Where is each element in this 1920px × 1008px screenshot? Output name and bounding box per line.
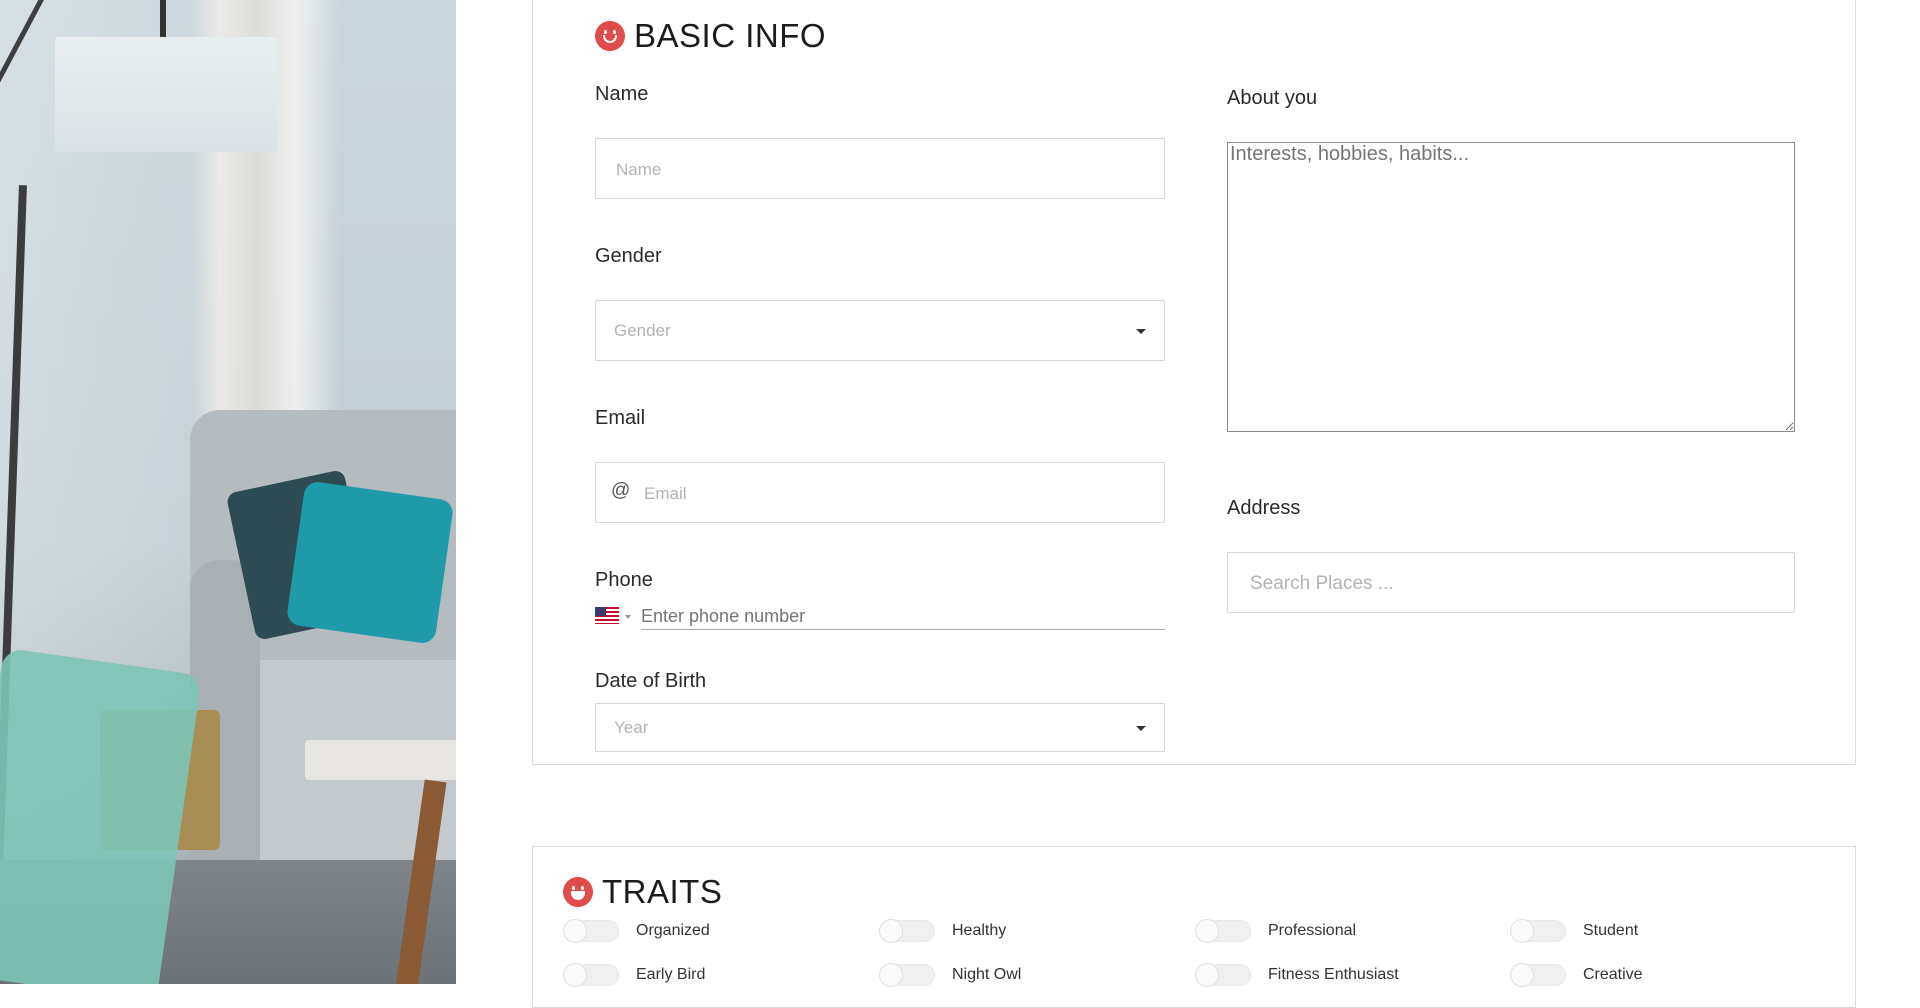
toggle-switch[interactable]	[1510, 919, 1566, 943]
toggle-switch[interactable]	[879, 919, 935, 943]
toggle-switch[interactable]	[1195, 963, 1251, 987]
name-input[interactable]	[614, 139, 1148, 200]
toggle-switch[interactable]	[1510, 963, 1566, 987]
trait-label: Night Owl	[952, 966, 1022, 983]
email-label: Email	[595, 407, 646, 429]
trait-label: Professional	[1268, 922, 1357, 939]
name-label: Name	[595, 83, 649, 105]
address-input[interactable]	[1248, 553, 1782, 614]
gender-placeholder: Gender	[614, 320, 671, 340]
traits-title: TRAITS	[602, 873, 723, 910]
trait-creative[interactable]: Creative	[1510, 963, 1643, 987]
at-sign-icon: @	[611, 480, 631, 501]
email-field[interactable]: @	[595, 462, 1165, 524]
address-label: Address	[1227, 497, 1301, 519]
toggle-switch[interactable]	[879, 963, 935, 987]
traits-heading: TRAITS	[563, 873, 722, 911]
phone-label: Phone	[595, 569, 653, 591]
toggle-switch[interactable]	[563, 919, 619, 943]
smiley-icon	[595, 21, 625, 51]
trait-fitness-enthusiast[interactable]: Fitness Enthusiast	[1195, 963, 1399, 987]
living-room-photo	[0, 0, 456, 984]
trait-night-owl[interactable]: Night Owl	[879, 963, 1022, 987]
caret-down-icon	[625, 615, 631, 619]
trait-student[interactable]: Student	[1510, 919, 1639, 943]
basic-info-title: BASIC INFO	[634, 17, 827, 54]
address-field[interactable]	[1227, 552, 1795, 614]
trait-label: Organized	[636, 922, 710, 939]
phone-input[interactable]	[641, 603, 1165, 630]
caret-down-icon	[1136, 725, 1146, 731]
trait-label: Healthy	[952, 922, 1007, 939]
trait-label: Student	[1583, 922, 1639, 939]
trait-professional[interactable]: Professional	[1195, 919, 1357, 943]
trait-healthy[interactable]: Healthy	[879, 919, 1007, 943]
year-select[interactable]: Year	[595, 703, 1165, 752]
trait-early-bird[interactable]: Early Bird	[563, 963, 706, 987]
trait-organized[interactable]: Organized	[563, 919, 710, 943]
caret-down-icon	[1136, 328, 1146, 334]
basic-info-card: BASIC INFO Name Gender Gender Email @ Ph…	[532, 0, 1856, 765]
trait-label: Early Bird	[636, 966, 706, 983]
country-select[interactable]	[595, 605, 639, 629]
about-label: About you	[1227, 87, 1318, 109]
trait-label: Fitness Enthusiast	[1268, 966, 1399, 983]
us-flag-icon	[595, 607, 619, 624]
basic-info-heading: BASIC INFO	[595, 17, 826, 55]
toggle-switch[interactable]	[563, 963, 619, 987]
name-field[interactable]	[595, 138, 1165, 200]
email-input[interactable]	[642, 463, 1146, 524]
laughing-face-icon	[563, 877, 593, 907]
year-placeholder: Year	[614, 717, 649, 737]
gender-label: Gender	[595, 245, 662, 267]
toggle-switch[interactable]	[1195, 919, 1251, 943]
trait-label: Creative	[1583, 966, 1643, 983]
dob-label: Date of Birth	[595, 670, 707, 692]
about-textarea[interactable]	[1227, 142, 1795, 432]
gender-select[interactable]: Gender	[595, 300, 1165, 361]
